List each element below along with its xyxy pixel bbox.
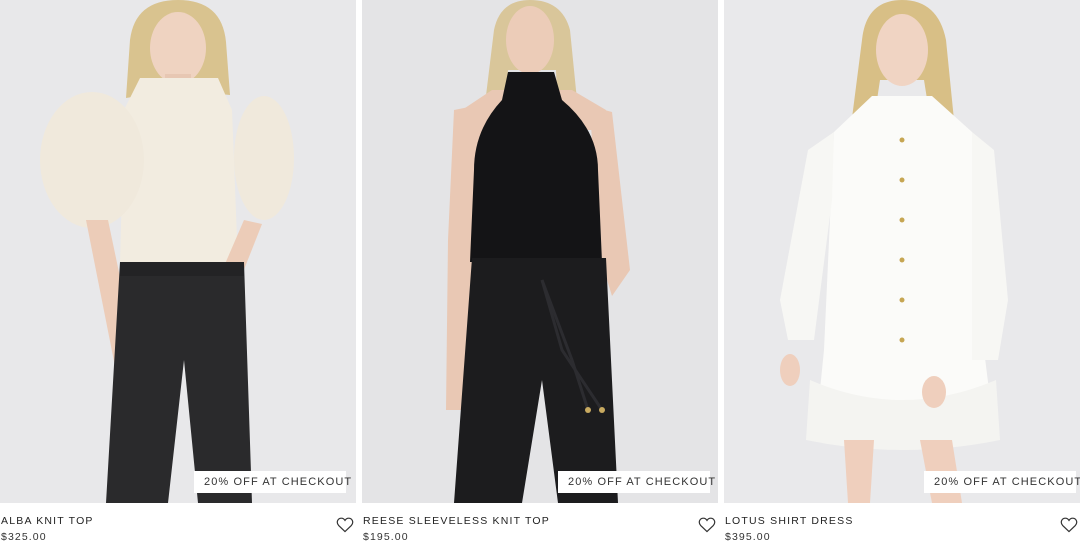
product-info: REESE SLEEVELESS KNIT TOP $195.00: [362, 511, 718, 551]
heart-outline-icon[interactable]: [1060, 517, 1078, 533]
product-info: ALBA KNIT TOP $325.00: [0, 511, 356, 551]
product-name[interactable]: REESE SLEEVELESS KNIT TOP: [363, 515, 550, 527]
model-photo-lotus: [724, 0, 1080, 503]
model-photo-alba: [0, 0, 356, 503]
heart-outline-icon[interactable]: [336, 517, 354, 533]
heart-outline-icon[interactable]: [698, 517, 716, 533]
promo-badge: 20% OFF AT CHECKOUT: [194, 471, 351, 493]
promo-badge: 20% OFF AT CHECKOUT: [558, 471, 715, 493]
product-card[interactable]: 20% OFF AT CHECKOUT REESE SLEEVELESS KNI…: [362, 0, 718, 553]
product-image[interactable]: 20% OFF AT CHECKOUT: [362, 0, 718, 503]
product-card[interactable]: 20% OFF AT CHECKOUT ALBA KNIT TOP $325.0…: [0, 0, 356, 553]
product-name[interactable]: LOTUS SHIRT DRESS: [725, 515, 854, 527]
model-photo-reese: [362, 0, 718, 503]
promo-badge: 20% OFF AT CHECKOUT: [924, 471, 1080, 493]
product-price: $395.00: [725, 531, 771, 543]
product-price: $195.00: [363, 531, 409, 543]
product-image[interactable]: 20% OFF AT CHECKOUT: [724, 0, 1080, 503]
product-name[interactable]: ALBA KNIT TOP: [1, 515, 94, 527]
product-price: $325.00: [1, 531, 47, 543]
product-image[interactable]: 20% OFF AT CHECKOUT: [0, 0, 356, 503]
product-info: LOTUS SHIRT DRESS $395.00: [724, 511, 1080, 551]
product-grid: 20% OFF AT CHECKOUT ALBA KNIT TOP $325.0…: [0, 0, 1080, 553]
product-card[interactable]: 20% OFF AT CHECKOUT LOTUS SHIRT DRESS $3…: [724, 0, 1080, 553]
